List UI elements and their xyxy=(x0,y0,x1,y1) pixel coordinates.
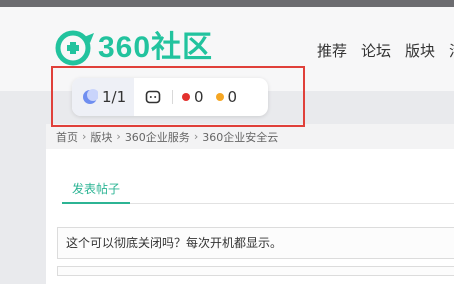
post-tabs: 发表帖子 xyxy=(62,178,454,204)
nav-item-activity[interactable]: 活 xyxy=(449,40,454,62)
breadcrumb-separator: › xyxy=(193,130,199,143)
floating-toolbar: 1/1 0 0 xyxy=(72,78,268,116)
breadcrumb-enterprise-service[interactable]: 360企业服务 xyxy=(125,129,190,145)
tab-new-post[interactable]: 发表帖子 xyxy=(62,178,131,204)
breadcrumb-separator: › xyxy=(82,130,87,143)
red-counter[interactable]: 0 xyxy=(176,88,210,106)
logo-text: 360社区 xyxy=(98,31,214,64)
breadcrumb: 首页 › 版块 › 360企业服务 › 360企业安全云 xyxy=(46,124,454,149)
nav-item-forum[interactable]: 论坛 xyxy=(361,40,391,62)
progress-indicator[interactable]: 1/1 xyxy=(72,78,134,116)
nav-item-boards[interactable]: 版块 xyxy=(405,40,435,62)
orange-counter[interactable]: 0 xyxy=(210,88,244,106)
thread-title-row[interactable]: 这个可以彻底关闭吗？每次开机都显示。 xyxy=(57,227,454,259)
thread-row[interactable] xyxy=(57,266,454,276)
red-dot-icon xyxy=(182,93,190,101)
breadcrumb-boards[interactable]: 版块 xyxy=(90,129,112,145)
plus-circle-logo-icon xyxy=(55,30,94,66)
moon-progress-icon xyxy=(83,89,98,104)
toolbar-divider xyxy=(172,90,173,104)
nav-item-recommend[interactable]: 推荐 xyxy=(317,40,347,62)
progress-label: 1/1 xyxy=(102,88,127,106)
site-logo[interactable]: 360社区 xyxy=(54,28,213,68)
thread-title: 这个可以彻底关闭吗？每次开机都显示。 xyxy=(66,236,283,250)
breadcrumb-enterprise-cloud[interactable]: 360企业安全云 xyxy=(202,129,278,145)
message-button[interactable] xyxy=(134,78,172,116)
breadcrumb-home[interactable]: 首页 xyxy=(56,129,78,145)
breadcrumb-separator: › xyxy=(116,130,121,143)
orange-dot-icon xyxy=(215,93,224,101)
red-count: 0 xyxy=(194,88,204,106)
top-strip xyxy=(0,0,454,7)
orange-count: 0 xyxy=(227,88,238,106)
chat-bubble-icon xyxy=(145,90,161,104)
main-nav: 推荐 论坛 版块 活 xyxy=(317,40,454,62)
